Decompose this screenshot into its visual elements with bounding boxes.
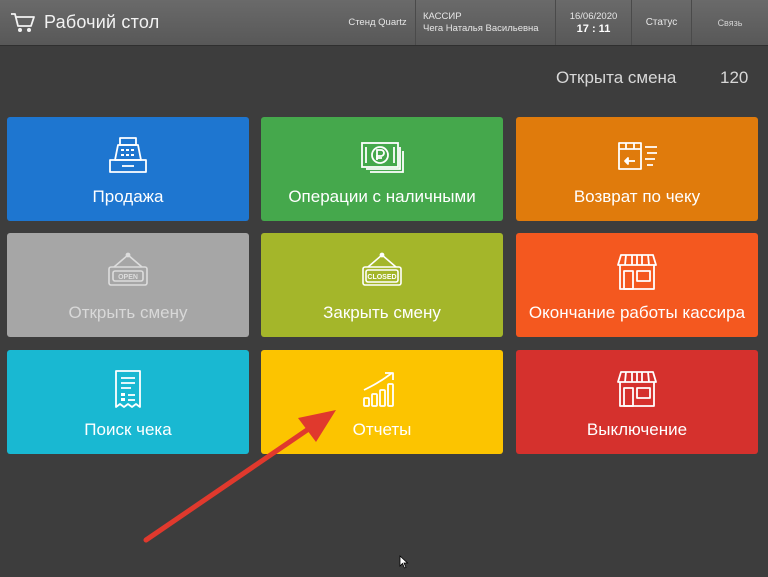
open-sign-icon: OPEN — [108, 252, 148, 286]
date: 16/06/2020 — [569, 10, 618, 22]
tile-receipt-search[interactable]: Поиск чека — [7, 350, 249, 454]
growth-chart-icon — [363, 372, 394, 407]
tile-label: Выключение — [586, 420, 688, 439]
tile-label: Продажа — [92, 187, 164, 206]
stand-name: Стенд Quartz — [348, 16, 407, 28]
mouse-cursor-icon — [399, 555, 409, 569]
tile-end-cashier-work[interactable]: Окончание работы кассира — [516, 233, 758, 337]
tile-label: Окончание работы кассира — [528, 303, 746, 322]
shop-icon — [617, 254, 657, 290]
top-bar: Рабочий стол Стенд Quartz КАССИР Чега На… — [0, 0, 768, 46]
time: 17 : 11 — [576, 22, 611, 35]
tile-label: Поиск чека — [84, 420, 172, 439]
return-box-icon — [618, 142, 657, 170]
cashier-role: КАССИР — [423, 10, 462, 22]
tile-sale[interactable]: Продажа — [7, 117, 249, 221]
cash-register-icon — [109, 137, 147, 173]
shift-number: 120 — [720, 68, 749, 87]
open-sign-text: OPEN — [118, 274, 138, 281]
closed-sign-text: CLOSED — [367, 274, 396, 281]
banknotes-icon — [361, 142, 404, 173]
tile-label: Открыть смену — [68, 303, 188, 322]
tile-shutdown[interactable]: Выключение — [516, 350, 758, 454]
page-title: Рабочий стол — [44, 12, 160, 32]
connection-button[interactable]: Связь — [691, 0, 768, 45]
tile-open-shift[interactable]: OPEN Открыть смену — [7, 233, 249, 337]
shop-icon — [617, 371, 657, 407]
tile-label: Закрыть смену — [323, 303, 441, 322]
shift-label: Открыта смена — [556, 68, 677, 87]
cashier-info: КАССИР Чега Наталья Васильевна — [415, 0, 555, 45]
tile-cash-operations[interactable]: Операции с наличными — [261, 117, 503, 221]
receipt-icon — [115, 370, 141, 408]
closed-sign-icon: CLOSED — [362, 252, 402, 286]
tile-close-shift[interactable]: CLOSED Закрыть смену — [261, 233, 503, 337]
status-button[interactable]: Статус — [631, 0, 691, 45]
tile-label: Возврат по чеку — [573, 187, 701, 206]
date-time: 16/06/2020 17 : 11 — [555, 0, 631, 45]
shift-info: Открыта смена 120 — [0, 66, 768, 90]
tile-label: Операции с наличными — [288, 187, 476, 206]
brand: Рабочий стол — [0, 0, 340, 45]
tile-return-by-receipt[interactable]: Возврат по чеку — [516, 117, 758, 221]
tile-label: Отчеты — [352, 420, 412, 439]
tile-reports[interactable]: Отчеты — [261, 350, 503, 454]
cashier-name: Чега Наталья Васильевна — [423, 22, 539, 34]
cart-icon — [11, 12, 35, 32]
